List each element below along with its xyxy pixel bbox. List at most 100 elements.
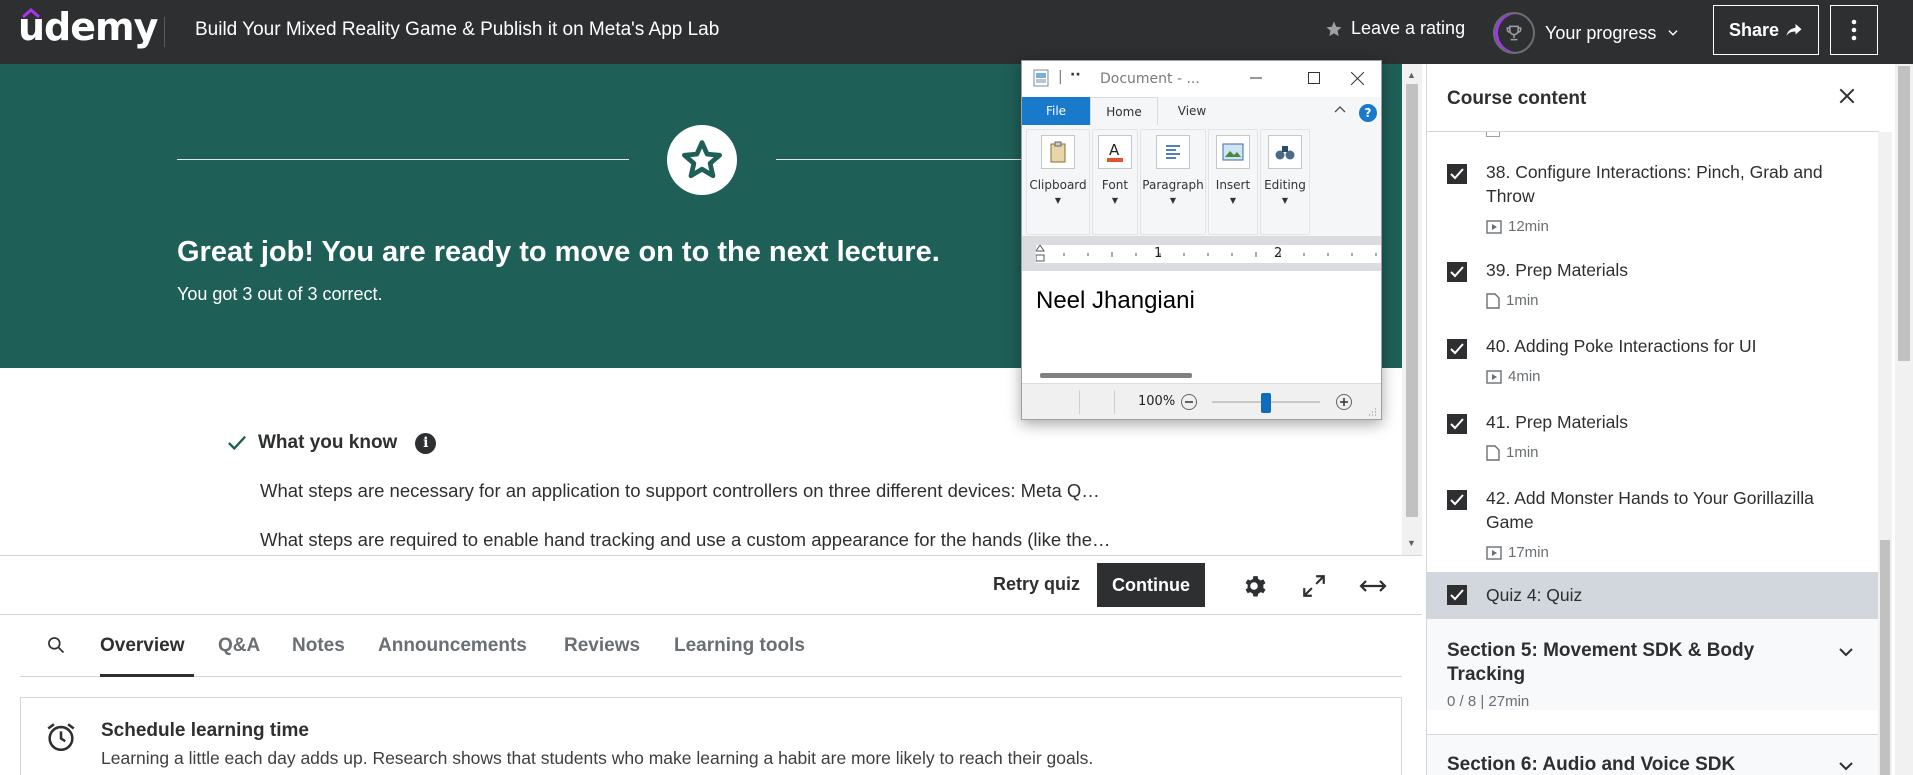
help-button[interactable]: ? [1359,104,1377,122]
sidebar-scrollbar[interactable] [1878,132,1892,775]
share-arrow-icon [1786,24,1802,36]
horizontal-scrollbar-thumb[interactable] [1040,373,1192,378]
tab-qa[interactable]: Q&A [218,635,260,657]
section-6-header[interactable]: Section 6: Audio and Voice SDK [1427,734,1879,775]
scroll-up-icon[interactable]: ▲ [1407,70,1416,80]
lecture-item-41[interactable]: 41. Prep Materials 1min [1427,402,1879,478]
course-content-sidebar: Course content 38. Configure Interaction… [1426,64,1879,775]
close-icon[interactable] [1837,86,1857,106]
tab-file[interactable]: File [1022,97,1090,125]
lecture-item-38[interactable]: 38. Configure Interactions: Pinch, Grab … [1427,150,1879,250]
lecture-duration: 1min [1506,444,1539,461]
group-paragraph[interactable]: Paragraph ▼ [1140,129,1206,235]
group-font[interactable]: A Font ▼ [1092,129,1138,235]
tab-learning-tools[interactable]: Learning tools [674,635,805,657]
lecture-meta: 1min [1486,444,1539,461]
section-5-header[interactable]: Section 5: Movement SDK & Body Tracking … [1427,618,1879,710]
page-scrollbar[interactable] [1895,64,1913,775]
course-title[interactable]: Build Your Mixed Reality Game & Publish … [195,19,719,41]
font-color-icon: A [1098,135,1132,169]
wordpad-window[interactable]: | ·· Document - ... File Home View ? Cli… [1021,60,1382,420]
main-scrollbar-thumb[interactable] [1406,84,1418,517]
completed-checkbox[interactable] [1447,164,1467,184]
tab-overview[interactable]: Overview [100,635,185,657]
quiz-item-active[interactable]: Quiz 4: Quiz [1427,572,1879,618]
share-button[interactable]: Share [1713,5,1819,55]
settings-gear-icon[interactable] [1241,573,1267,599]
lecture-meta: 12min [1486,218,1549,235]
checkmark-icon [1450,589,1464,601]
wordpad-app-icon[interactable] [1032,69,1050,87]
cut-off-file-icon [1486,132,1500,137]
fullscreen-icon[interactable] [1301,573,1327,599]
sidebar-title: Course content [1447,88,1587,109]
tab-announcements[interactable]: Announcements [378,635,527,657]
document-page[interactable]: Neel Jhangiani [1022,271,1381,369]
logo-hat-icon [22,8,40,18]
lecture-title: 38. Configure Interactions: Pinch, Grab … [1486,162,1823,206]
completed-checkbox[interactable] [1447,490,1467,510]
lecture-item-40[interactable]: 40. Adding Poke Interactions for UI 4min [1427,326,1879,402]
ruler-ticks [1036,245,1377,262]
search-icon[interactable] [46,635,66,655]
close-icon [1350,71,1364,85]
document-text[interactable]: Neel Jhangiani [1036,287,1195,315]
tab-home[interactable]: Home [1090,97,1158,125]
quick-access-toolbar[interactable]: ·· [1070,67,1081,83]
your-progress-label: Your progress [1545,22,1657,43]
close-button[interactable] [1334,61,1380,95]
lecture-item-39[interactable]: 39. Prep Materials 1min [1427,250,1879,326]
group-clipboard[interactable]: Clipboard ▼ [1026,129,1090,235]
completed-checkbox[interactable] [1447,262,1467,282]
checkmark-icon [1450,343,1464,355]
completed-checkbox[interactable] [1447,339,1467,359]
main-scrollbar[interactable]: ▲ ▼ [1402,64,1422,555]
sidebar-scrollbar-thumb[interactable] [1880,540,1890,775]
course-tabs: Overview Q&A Notes Announcements Reviews… [20,615,1402,677]
collapse-ribbon-icon[interactable] [1334,105,1346,113]
group-editing[interactable]: Editing ▼ [1260,129,1310,235]
maximize-button[interactable] [1291,61,1337,95]
schedule-title: Schedule learning time [101,720,309,741]
more-options-button[interactable] [1830,5,1878,55]
lecture-duration: 12min [1508,218,1549,235]
star-outline-icon [682,140,722,179]
zoom-slider-thumb[interactable] [1261,393,1271,413]
resize-grip-icon[interactable] [1367,406,1377,416]
trophy-icon [1506,25,1522,41]
info-icon[interactable]: i [415,432,437,454]
group-label: Insert [1215,178,1251,192]
group-label: Font [1101,178,1129,192]
completed-checkbox[interactable] [1447,585,1467,605]
leave-rating-button[interactable]: Leave a rating [1325,18,1465,39]
schedule-learning-card: Schedule learning time Learning a little… [20,697,1402,775]
ruler[interactable]: 1 2 [1022,237,1381,271]
lecture-title: 40. Adding Poke Interactions for UI [1486,336,1757,356]
group-insert[interactable]: Insert ▼ [1208,129,1258,235]
udemy-logo[interactable]: udemy [18,5,158,49]
lecture-meta: 4min [1486,368,1541,385]
header-divider [164,17,165,47]
sidebar-header: Course content [1427,64,1879,132]
minimize-button[interactable] [1233,61,1279,95]
maximize-icon [1308,72,1320,84]
your-progress-button[interactable]: Your progress [1493,12,1680,54]
expand-width-icon[interactable] [1359,573,1387,599]
lecture-meta: 1min [1486,292,1539,309]
tab-notes[interactable]: Notes [292,635,345,657]
zoom-in-icon[interactable] [1335,393,1353,411]
tab-view[interactable]: View [1158,97,1226,125]
wordpad-titlebar[interactable]: | ·· Document - ... [1022,61,1381,97]
page-scrollbar-thumb[interactable] [1898,66,1910,361]
status-separator [1114,390,1115,414]
zoom-out-icon[interactable] [1180,393,1198,411]
completed-checkbox[interactable] [1447,414,1467,434]
tab-reviews[interactable]: Reviews [564,635,640,657]
result-headline: Great job! You are ready to move on to t… [177,236,940,268]
lecture-meta: 17min [1486,544,1549,561]
retry-quiz-button[interactable]: Retry quiz [993,574,1080,595]
lecture-duration: 1min [1506,292,1539,309]
continue-button[interactable]: Continue [1097,563,1205,607]
lecture-item-42[interactable]: 42. Add Monster Hands to Your Gorillazil… [1427,478,1879,578]
scroll-down-icon[interactable]: ▼ [1407,538,1416,548]
